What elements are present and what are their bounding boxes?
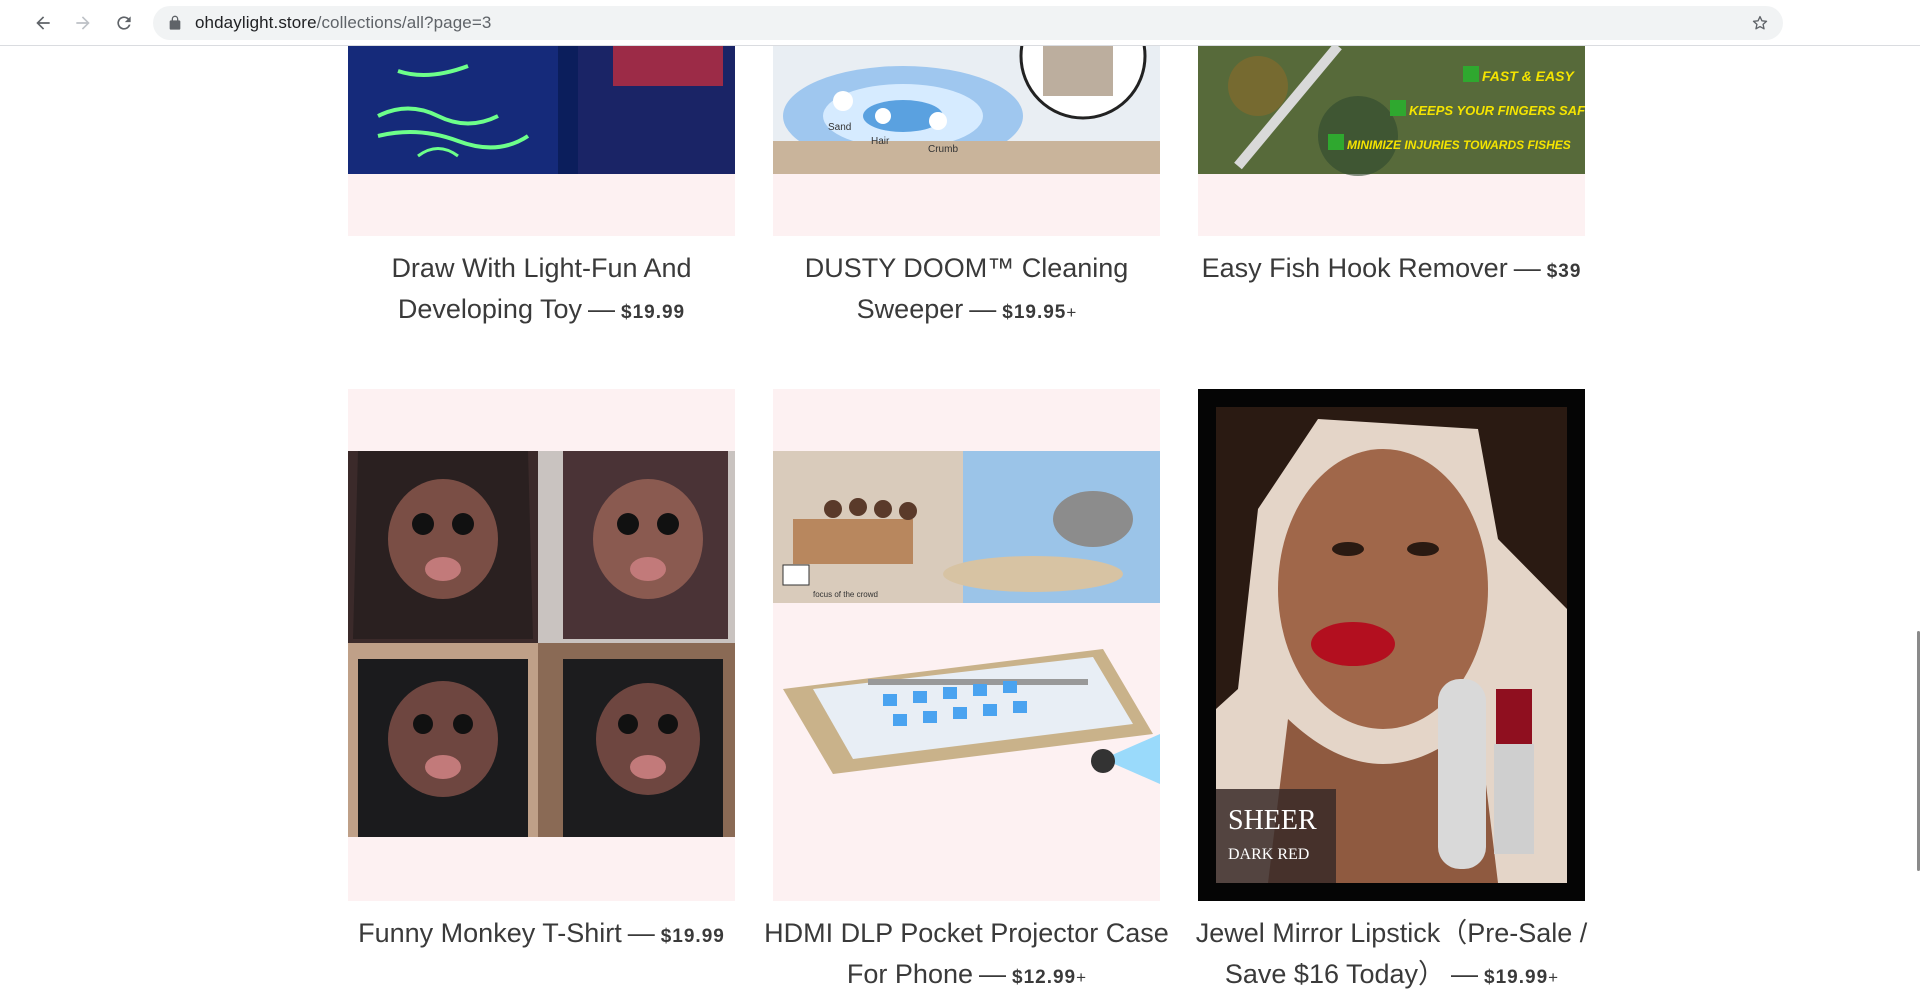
url-host: ohdaylight.store xyxy=(195,13,317,32)
product-price: $19.99 xyxy=(1484,967,1549,988)
reload-button[interactable] xyxy=(109,8,139,38)
product-image-frame[interactable]: Sand Hair Crumb xyxy=(773,46,1160,236)
product-price: $19.95 xyxy=(1002,302,1067,323)
lipstick-label-sub: DARK RED xyxy=(1228,846,1309,863)
product-caption[interactable]: Easy Fish Hook Remover — $39 xyxy=(1178,248,1605,292)
product-image-frame[interactable] xyxy=(348,389,735,901)
product-caption[interactable]: HDMI DLP Pocket Projector Case For Phone… xyxy=(753,913,1180,998)
product-caption[interactable]: DUSTY DOOM™ Cleaning Sweeper — $19.95+ xyxy=(753,248,1180,333)
product-image xyxy=(348,46,735,174)
product-caption[interactable]: Draw With Light-Fun And Developing Toy — $… xyxy=(328,248,755,333)
url-text: ohdaylight.store/collections/all?page=3 xyxy=(195,6,491,40)
product-title[interactable]: Funny Monkey T-Shirt xyxy=(358,918,622,948)
sweeper-label-crumb: Crumb xyxy=(928,144,958,155)
product-image-frame[interactable] xyxy=(348,46,735,236)
product-image-frame[interactable]: SHEER DARK RED xyxy=(1198,389,1585,901)
fish-hook-badge-1: FAST & EASY xyxy=(1482,68,1575,84)
reload-icon xyxy=(117,16,131,30)
bookmark-star-icon[interactable] xyxy=(1751,14,1769,32)
forward-button[interactable] xyxy=(68,8,98,38)
product-image: focus of the crowd xyxy=(773,451,1160,784)
product-price: $12.99 xyxy=(1012,967,1077,988)
product-image-frame[interactable]: focus of the crowd xyxy=(773,389,1160,901)
product-title[interactable]: Easy Fish Hook Remover xyxy=(1202,253,1508,283)
product-caption[interactable]: Jewel Mirror Lipstick（Pre-Sale / Save $1… xyxy=(1178,913,1605,998)
product-caption[interactable]: Funny Monkey T-Shirt — $19.99 xyxy=(328,913,755,957)
product-image-frame[interactable]: FAST & EASY KEEPS YOUR FINGERS SAFE MINI… xyxy=(1198,46,1585,236)
fish-hook-badge-3: MINIMIZE INJURIES TOWARDS FISHES xyxy=(1347,138,1571,152)
address-bar[interactable]: ohdaylight.store/collections/all?page=3 xyxy=(153,6,1783,40)
product-image: Sand Hair Crumb xyxy=(773,46,1160,174)
product-price: $19.99 xyxy=(621,302,686,323)
product-price: $19.99 xyxy=(660,926,725,947)
product-title[interactable]: HDMI DLP Pocket Projector Case For Phone xyxy=(764,918,1169,989)
product-image xyxy=(348,451,735,837)
product-image: FAST & EASY KEEPS YOUR FINGERS SAFE MINI… xyxy=(1198,46,1585,176)
back-button[interactable] xyxy=(28,8,58,38)
lipstick-label-main: SHEER xyxy=(1228,805,1317,836)
arrow-left-icon xyxy=(36,16,50,30)
projector-caption: focus of the crowd xyxy=(813,590,878,599)
browser-toolbar: ohdaylight.store/collections/all?page=3 xyxy=(0,0,1920,46)
url-path: /collections/all?page=3 xyxy=(316,13,492,32)
sweeper-label-hair: Hair xyxy=(871,136,890,147)
fish-hook-badge-2: KEEPS YOUR FINGERS SAFE xyxy=(1409,103,1585,118)
arrow-right-icon xyxy=(76,16,90,30)
lock-icon xyxy=(169,15,181,30)
price-suffix: + xyxy=(1548,968,1559,987)
price-suffix: + xyxy=(1076,968,1087,987)
product-price: $39 xyxy=(1546,261,1582,282)
sweeper-label-sand: Sand xyxy=(828,122,851,133)
price-suffix: + xyxy=(1066,303,1077,322)
product-image: SHEER DARK RED xyxy=(1198,389,1585,901)
